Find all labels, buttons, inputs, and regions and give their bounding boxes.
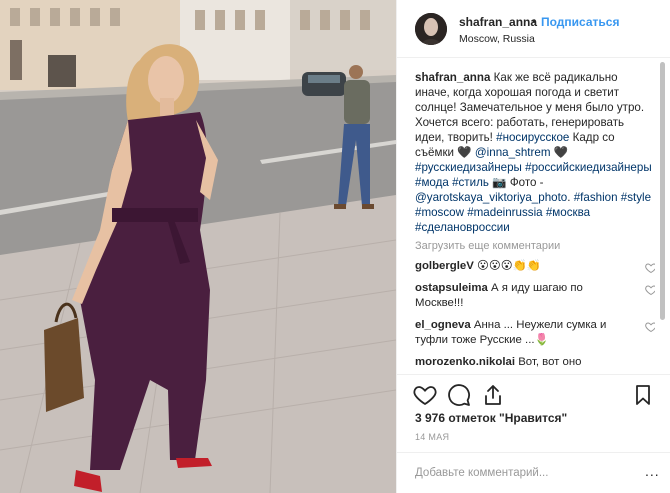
speech-bubble-icon[interactable] [447, 383, 471, 407]
post-caption: shafran_anna Как же всё радикально иначе… [415, 71, 652, 234]
more-dots-icon[interactable]: ... [645, 463, 660, 479]
comment-username[interactable]: golbergleV [415, 260, 474, 272]
hashtag-link[interactable]: #style [621, 191, 651, 204]
mention-link[interactable]: @yarotskaya_viktoriya_photo [415, 191, 567, 204]
comments-scrollbar[interactable] [659, 62, 666, 372]
comment-like-icon[interactable] [645, 321, 655, 333]
avatar[interactable] [415, 13, 447, 45]
caption-heart: 🖤 [553, 146, 569, 159]
bookmark-icon[interactable] [631, 383, 655, 407]
heart-outline-icon[interactable] [413, 383, 437, 407]
avatar-image [415, 13, 447, 45]
comment-username[interactable]: morozenko.nikolai [415, 356, 515, 368]
photo-credit-label: Фото - [509, 176, 544, 189]
comment-username[interactable]: ostapsuleima [415, 282, 488, 294]
post-date[interactable]: 14 МАЯ [415, 432, 449, 442]
mention-link[interactable]: @inna_shtrem [475, 146, 551, 159]
location-link[interactable]: Moscow, Russia [459, 33, 535, 45]
post-header: shafran_anna • Подписаться Moscow, Russi… [397, 0, 670, 58]
scrollbar-thumb[interactable] [660, 62, 665, 320]
header-username[interactable]: shafran_anna [459, 15, 537, 29]
comment-text: 😮😮😮👏👏 [477, 260, 542, 272]
hashtag-link[interactable]: #сделановроссии [415, 221, 510, 234]
comment-item: ostapsuleima А я иду шагаю по Москве!!! [415, 281, 655, 311]
post-actions-bar [397, 374, 670, 414]
hashtag-link[interactable]: #москва [546, 206, 590, 219]
comment-input[interactable] [415, 463, 635, 483]
hashtag-link[interactable]: #русскиедизайнеры [415, 161, 522, 174]
instagram-post: shafran_anna • Подписаться Moscow, Russi… [0, 0, 670, 493]
follow-button[interactable]: Подписаться [541, 15, 619, 29]
likes-count[interactable]: 3 976 отметок "Нравится" [415, 411, 567, 425]
hashtag-link[interactable]: #fashion [574, 191, 618, 204]
hashtag-link[interactable]: #стиль [452, 176, 489, 189]
hashtag-link[interactable]: #madeinrussia [467, 206, 542, 219]
comment-username[interactable]: el_ogneva [415, 319, 471, 331]
header-separator: • [532, 14, 537, 28]
comment-item: el_ogneva Анна ... Неужели сумка и туфли… [415, 318, 655, 348]
hashtag-link[interactable]: #мода [415, 176, 449, 189]
share-upload-icon[interactable] [481, 383, 505, 407]
comment-item: morozenko.nikolai Вот, вот оно самое!!!!… [415, 355, 655, 370]
camera-emoji: 📷 [492, 176, 507, 189]
add-comment-bar: ... [397, 452, 670, 493]
street-photo-illustration [0, 0, 396, 493]
comment-item: golbergleV 😮😮😮👏👏 [415, 259, 655, 274]
hashtag-link[interactable]: #moscow [415, 206, 464, 219]
comment-like-icon[interactable] [645, 284, 655, 296]
hashtag-link[interactable]: #носирусское [496, 131, 569, 144]
comment-like-icon[interactable] [645, 262, 655, 274]
post-photo[interactable] [0, 0, 396, 493]
caption-username[interactable]: shafran_anna [415, 71, 490, 84]
post-side-panel: shafran_anna • Подписаться Moscow, Russi… [396, 0, 670, 493]
hashtag-link[interactable]: #российскиедизайнеры [525, 161, 652, 174]
comments-area[interactable]: shafran_anna Как же всё радикально иначе… [415, 70, 655, 370]
load-more-comments-button[interactable]: Загрузить еще комментарии [415, 240, 655, 252]
